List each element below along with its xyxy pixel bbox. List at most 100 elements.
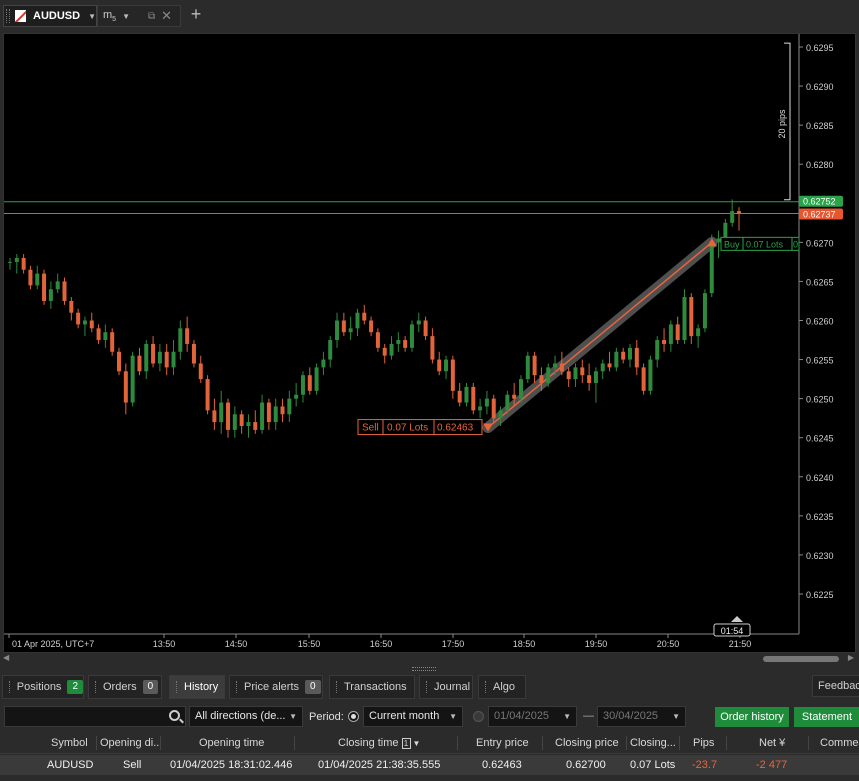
candle-body — [300, 375, 305, 395]
candle-body — [212, 410, 217, 423]
tab-positions[interactable]: Positions 2 — [2, 675, 84, 699]
col-symbol[interactable]: Symbol — [51, 732, 95, 753]
detach-icon[interactable]: ⧉ — [148, 11, 155, 22]
column-divider[interactable] — [808, 736, 809, 750]
column-divider[interactable] — [457, 736, 458, 750]
date-to-field[interactable]: 30/04/2025 ▼ — [597, 706, 686, 727]
candle-body — [403, 340, 408, 348]
tab-orders[interactable]: Orders 0 — [88, 675, 162, 699]
tab-label: Positions — [16, 681, 62, 693]
col-closing-price[interactable]: Closing price — [555, 732, 625, 753]
col-closing-time[interactable]: Closing time 1 ▼ — [338, 732, 448, 753]
chart-canvas[interactable]: 0.6295 0.6290 0.6285 0.6280 0.6270 0.6265 0.62… — [4, 34, 855, 652]
candle-body — [8, 261, 12, 263]
candle-body — [662, 340, 667, 344]
price-axis-label: 0.6280 — [806, 160, 834, 170]
scrollbar-thumb[interactable] — [763, 656, 839, 662]
statement-button[interactable]: Statement — [794, 707, 859, 727]
history-filters: All directions (de... ▼ Period: Current … — [0, 702, 859, 730]
scroll-right-icon[interactable]: ▶ — [848, 653, 854, 662]
column-divider[interactable] — [542, 736, 543, 750]
candle-body — [185, 328, 190, 344]
close-icon[interactable]: ✕ — [161, 8, 172, 24]
add-tab-icon[interactable]: + — [186, 4, 206, 25]
price-chart[interactable]: 0.6295 0.6290 0.6285 0.6280 0.6270 0.6265 0.62… — [3, 33, 856, 653]
candle-body — [164, 351, 169, 368]
candle-body — [341, 320, 346, 333]
candle-body — [307, 375, 312, 391]
tab-price-alerts[interactable]: Price alerts 0 — [229, 675, 323, 699]
col-opening-direction[interactable]: Opening di.. — [100, 732, 160, 753]
timeframe-dropdown-icon[interactable]: ▼ — [122, 12, 130, 21]
period-preset-radio[interactable] — [348, 711, 359, 722]
feedback-button[interactable]: Feedback — [812, 675, 859, 697]
column-divider[interactable] — [96, 736, 97, 750]
direction-select[interactable]: All directions (de... ▼ — [189, 706, 303, 727]
search-input[interactable] — [4, 706, 186, 727]
candle-body — [648, 359, 653, 391]
date-to-value: 30/04/2025 — [603, 710, 659, 722]
candle-body — [491, 398, 496, 419]
column-divider[interactable] — [679, 736, 680, 750]
bid-price-tag-text: 0.62737 — [803, 209, 836, 219]
row-symbol: AUDUSD — [47, 759, 94, 771]
candle-body — [82, 320, 87, 325]
col-opening-time[interactable]: Opening time — [199, 732, 289, 753]
table-row[interactable]: AUDUSD Sell 01/04/2025 18:31:02.446 01/0… — [0, 755, 859, 775]
candle-body — [137, 355, 142, 372]
candle-body — [335, 320, 340, 341]
candle-body — [273, 406, 278, 423]
col-closing-quantity[interactable]: Closing... — [630, 732, 678, 753]
scroll-left-icon[interactable]: ◀ — [3, 653, 9, 662]
column-divider[interactable] — [160, 736, 161, 750]
time-axis-label: 21:50 — [729, 639, 752, 649]
tab-history[interactable]: History — [169, 675, 225, 699]
timeframe-tab[interactable]: m5 ▼ ⧉ ✕ — [97, 5, 181, 27]
count-badge: 0 — [142, 680, 159, 694]
timeframe-main: m — [103, 8, 113, 21]
candle-body — [430, 336, 435, 360]
bottom-panel-tabs: Positions 2 Orders 0 History Price alert… — [0, 673, 859, 701]
candle-body — [573, 367, 578, 380]
symbol-dropdown-icon[interactable]: ▼ — [88, 12, 96, 21]
candle-body — [14, 257, 19, 262]
search-icon[interactable] — [169, 710, 180, 721]
custom-range-radio[interactable] — [473, 711, 484, 722]
candle-body — [42, 273, 47, 301]
sort-order-icon: 1 — [401, 737, 411, 749]
time-axis-label: 19:50 — [585, 639, 608, 649]
candle-body — [266, 402, 271, 423]
date-from-field[interactable]: 01/04/2025 ▼ — [488, 706, 577, 727]
column-divider[interactable] — [294, 736, 295, 750]
tab-label: Price alerts — [244, 681, 300, 693]
candle-body — [505, 394, 510, 411]
tab-algo[interactable]: Algo — [478, 675, 526, 699]
col-comment[interactable]: Commen — [820, 732, 859, 753]
candle-body — [55, 281, 60, 290]
candle-body — [151, 343, 156, 364]
col-net[interactable]: Net ¥ — [759, 732, 799, 753]
column-divider[interactable] — [726, 736, 727, 750]
chart-horizontal-scrollbar[interactable]: ◀ ▶ — [3, 653, 856, 665]
row-entry-price: 0.62463 — [482, 759, 522, 771]
candle-body — [96, 328, 101, 341]
tab-journal[interactable]: Journal — [419, 675, 473, 699]
col-entry-price[interactable]: Entry price — [476, 732, 538, 753]
panel-splitter[interactable] — [412, 667, 436, 671]
count-badge: 0 — [305, 680, 321, 694]
time-axis-label: 01 Apr 2025, UTC+7 — [12, 639, 94, 649]
chart-tab-audusd[interactable]: AUDUSD ▼ — [3, 5, 97, 27]
column-divider[interactable] — [626, 736, 627, 750]
buy-marker-extra: 0 — [793, 239, 798, 249]
col-pips[interactable]: Pips — [693, 732, 723, 753]
tab-transactions[interactable]: Transactions — [329, 675, 415, 699]
order-history-button[interactable]: Order history — [715, 707, 789, 727]
tab-grip-icon[interactable] — [6, 9, 10, 23]
row-net: -2 477 — [756, 759, 788, 771]
candle-body — [171, 351, 176, 368]
period-select[interactable]: Current month ▼ — [363, 706, 463, 727]
tab-label: History — [184, 681, 219, 693]
candle-body — [444, 359, 449, 372]
candle-body — [253, 422, 258, 430]
chevron-down-icon: ▼ — [672, 712, 680, 721]
